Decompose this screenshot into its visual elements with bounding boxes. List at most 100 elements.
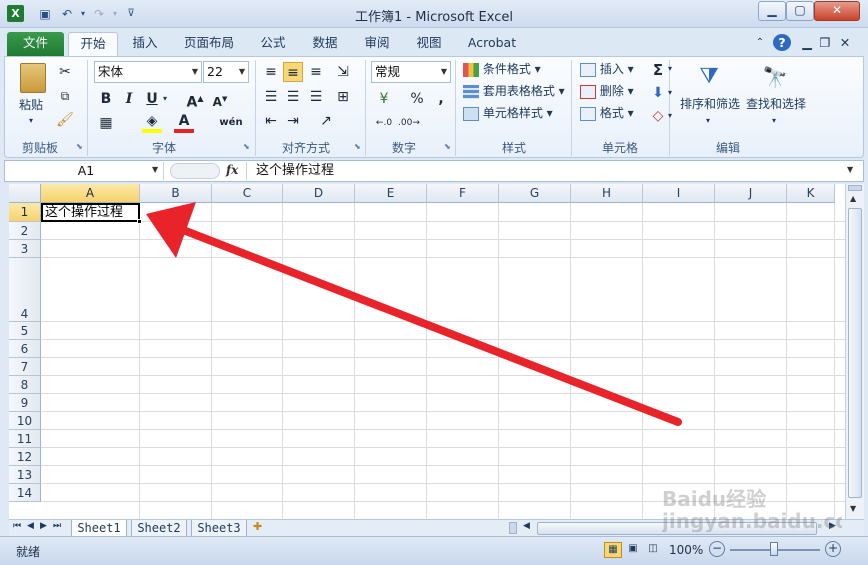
page-layout-view-icon[interactable]: ▣: [624, 542, 642, 558]
column-header-e[interactable]: E: [355, 184, 427, 203]
sheet-tab-2[interactable]: Sheet2: [131, 520, 187, 537]
column-header-h[interactable]: H: [571, 184, 643, 203]
next-sheet-icon[interactable]: ▶: [40, 521, 47, 531]
sort-filter-icon[interactable]: ⧩: [694, 62, 724, 92]
orientation-icon[interactable]: ↗: [316, 111, 336, 131]
help-icon[interactable]: ?: [773, 34, 791, 51]
increase-decimal-icon[interactable]: ←.0: [374, 113, 394, 133]
sort-filter-button[interactable]: 排序和筛选: [680, 95, 740, 113]
tab-split-handle[interactable]: [509, 522, 517, 534]
number-dialog-launcher-icon[interactable]: ⬊: [444, 142, 451, 151]
delete-cells-button[interactable]: 删除 ▾: [580, 82, 634, 100]
percent-button[interactable]: %: [407, 89, 427, 109]
insert-sheet-icon[interactable]: ✚: [253, 520, 262, 533]
phonetic-icon[interactable]: wén: [218, 113, 244, 133]
zoom-level[interactable]: 100%: [669, 543, 703, 557]
align-left-icon[interactable]: ☰: [261, 87, 281, 107]
zoom-in-icon[interactable]: +: [825, 541, 841, 557]
row-header-12[interactable]: 12: [9, 448, 41, 466]
grow-font-icon[interactable]: A▲: [185, 89, 205, 111]
row-header-1[interactable]: 1: [9, 203, 41, 222]
currency-icon[interactable]: ¥: [374, 89, 394, 109]
tab-file[interactable]: 文件: [7, 32, 64, 56]
vertical-scrollbar[interactable]: ▲ ▼: [845, 184, 864, 519]
alignment-dialog-launcher-icon[interactable]: ⬊: [354, 142, 361, 151]
conditional-format-button[interactable]: 条件格式 ▾: [463, 60, 541, 78]
maximize-button[interactable]: ▢: [786, 1, 814, 21]
font-dialog-launcher-icon[interactable]: ⬊: [243, 142, 250, 151]
find-select-dropdown-icon[interactable]: ▾: [772, 112, 776, 130]
name-box[interactable]: A1: [9, 162, 164, 180]
row-header-10[interactable]: 10: [9, 412, 41, 430]
scroll-up-icon[interactable]: ▲: [850, 194, 856, 203]
row-header-13[interactable]: 13: [9, 466, 41, 484]
zoom-out-icon[interactable]: −: [709, 541, 725, 557]
split-box[interactable]: [848, 185, 862, 191]
doc-close-icon[interactable]: ✕: [838, 32, 852, 56]
underline-button[interactable]: U: [142, 89, 162, 109]
column-header-c[interactable]: C: [212, 184, 283, 203]
autosum-dropdown-icon[interactable]: ▾: [668, 60, 672, 78]
worksheet-grid[interactable]: ABCDEFGHIJK 1 2 3 4 5 6 7 8 9 10 11 12 13 14 这个操作过程: [9, 184, 845, 519]
doc-restore-icon[interactable]: ❐: [818, 32, 832, 56]
format-cells-button[interactable]: 格式 ▾: [580, 104, 634, 122]
find-select-button[interactable]: 查找和选择: [746, 95, 806, 113]
sort-filter-dropdown-icon[interactable]: ▾: [706, 112, 710, 130]
formula-input[interactable]: 这个操作过程: [256, 162, 846, 180]
row-header-2[interactable]: 2: [9, 222, 41, 240]
comma-button[interactable]: ,: [431, 89, 451, 109]
name-box-dropdown-icon[interactable]: ▼: [152, 165, 158, 174]
font-size-select[interactable]: 22 ▼: [203, 61, 249, 83]
italic-button[interactable]: I: [119, 89, 139, 109]
minimize-button[interactable]: ▁: [758, 1, 786, 21]
align-top-icon[interactable]: ≡: [261, 62, 281, 82]
tab-page-layout[interactable]: 页面布局: [176, 32, 242, 56]
sheet-tab-1[interactable]: Sheet1: [71, 520, 127, 537]
align-bottom-icon[interactable]: ≡: [306, 62, 326, 82]
autosum-icon[interactable]: Σ: [648, 60, 668, 80]
select-all-corner[interactable]: [9, 184, 41, 203]
merge-center-icon[interactable]: ⊞: [333, 87, 353, 107]
fill-icon[interactable]: ⬇: [648, 83, 668, 103]
scroll-thumb[interactable]: [848, 208, 862, 498]
tab-view[interactable]: 视图: [408, 32, 450, 56]
cell-style-button[interactable]: 单元格样式 ▾: [463, 104, 553, 122]
row-header-3[interactable]: 3: [9, 240, 41, 258]
decrease-indent-icon[interactable]: ⇤: [261, 111, 281, 131]
number-format-select[interactable]: 常规 ▼: [371, 61, 451, 83]
paste-icon[interactable]: [20, 63, 46, 93]
font-color-icon[interactable]: A: [174, 113, 194, 133]
sheet-tab-3[interactable]: Sheet3: [191, 520, 247, 537]
row-header-6[interactable]: 6: [9, 340, 41, 358]
row-header-7[interactable]: 7: [9, 358, 41, 376]
prev-sheet-icon[interactable]: ◀: [27, 521, 34, 531]
column-header-f[interactable]: F: [427, 184, 499, 203]
tab-insert[interactable]: 插入: [124, 32, 166, 56]
insert-cells-button[interactable]: 插入 ▾: [580, 60, 634, 78]
wrap-text-icon[interactable]: ⇲: [333, 62, 353, 82]
row-header-11[interactable]: 11: [9, 430, 41, 448]
tab-acrobat[interactable]: Acrobat: [462, 32, 522, 56]
formula-expand-icon[interactable]: ▼: [847, 165, 853, 174]
copy-icon[interactable]: ⧉: [55, 86, 75, 106]
column-header-i[interactable]: I: [643, 184, 715, 203]
tab-review[interactable]: 审阅: [356, 32, 398, 56]
insert-function-icon[interactable]: fx: [226, 163, 238, 177]
tab-formulas[interactable]: 公式: [252, 32, 294, 56]
align-middle-icon[interactable]: ≡: [283, 62, 303, 82]
format-painter-icon[interactable]: 🖌: [55, 110, 75, 130]
clipboard-dialog-launcher-icon[interactable]: ⬊: [76, 142, 83, 151]
last-sheet-icon[interactable]: ⏭: [53, 521, 61, 531]
align-center-icon[interactable]: ☰: [283, 87, 303, 107]
tab-data[interactable]: 数据: [304, 32, 346, 56]
row-header-14[interactable]: 14: [9, 484, 41, 502]
row-header-8[interactable]: 8: [9, 376, 41, 394]
binoculars-icon[interactable]: 🔭: [760, 62, 790, 92]
paste-dropdown-icon[interactable]: ▾: [29, 112, 33, 130]
bold-button[interactable]: B: [96, 89, 116, 109]
fill-handle[interactable]: [137, 219, 142, 224]
column-header-b[interactable]: B: [140, 184, 212, 203]
ribbon-minimize-icon[interactable]: ⌃: [752, 32, 768, 56]
column-header-k[interactable]: K: [787, 184, 835, 203]
formula-expand-handle[interactable]: [170, 163, 220, 179]
